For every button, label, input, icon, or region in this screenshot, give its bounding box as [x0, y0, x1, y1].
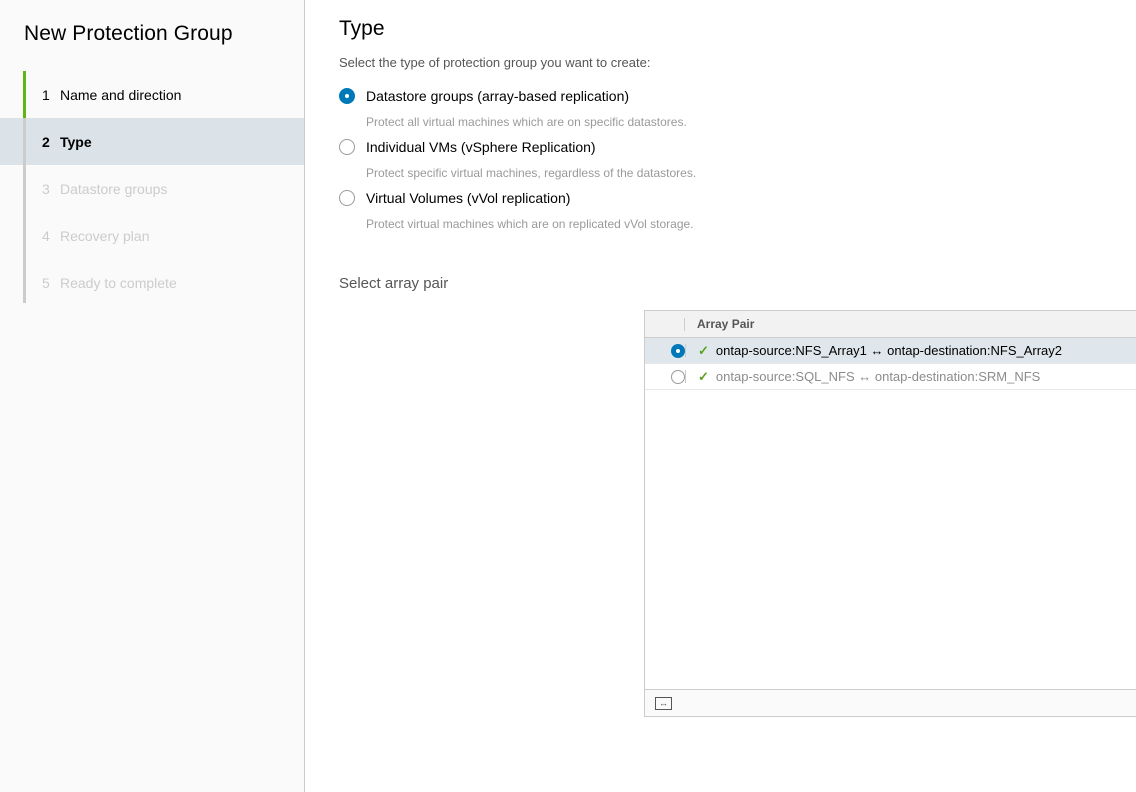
step-label: Name and direction	[60, 87, 181, 103]
step-number: 1	[42, 87, 60, 103]
table-footer: ↔ Items per page AUTO ⌃ 2 array pairs	[645, 689, 1136, 716]
radio-description: Protect all virtual machines which are o…	[339, 114, 1136, 130]
sidebar-step-datastore-groups: 3 Datastore groups	[0, 165, 304, 212]
cell-text: ontap-source:NFS_Array1 ↔ ontap-destinat…	[716, 343, 1062, 358]
array-pair-table: Array Pair ↑ Array Manager Pair	[644, 310, 1136, 717]
table-header-row: Array Pair ↑ Array Manager Pair	[645, 311, 1136, 338]
step-number: 4	[42, 228, 60, 244]
wizard-title: New Protection Group	[0, 0, 304, 48]
step-number: 5	[42, 275, 60, 291]
new-protection-group-wizard: New Protection Group 1 Name and directio…	[0, 0, 1136, 792]
fit-columns-icon[interactable]: ↔	[655, 697, 672, 710]
status-ok-icon: ✓	[698, 370, 709, 383]
wizard-steps: 1 Name and direction 2 Type 3 Datastore …	[0, 71, 304, 306]
radio-label: Individual VMs (vSphere Replication)	[366, 138, 596, 156]
table-row[interactable]: ✓ ontap-source:NFS_Array1 ↔ ontap-destin…	[645, 338, 1136, 364]
step-number: 3	[42, 181, 60, 197]
protection-group-type-options: Datastore groups (array-based replicatio…	[305, 71, 1136, 232]
radio-description: Protect virtual machines which are on re…	[339, 216, 1136, 232]
row-select-cell[interactable]	[645, 370, 685, 384]
radio-icon[interactable]	[339, 190, 355, 206]
table-body: ✓ ontap-source:NFS_Array1 ↔ ontap-destin…	[645, 338, 1136, 689]
step-number: 2	[42, 134, 60, 150]
wizard-sidebar: New Protection Group 1 Name and directio…	[0, 0, 305, 792]
row-radio-icon-selected[interactable]	[671, 344, 685, 358]
step-label: Ready to complete	[60, 275, 177, 291]
radio-option-datastore-groups[interactable]: Datastore groups (array-based replicatio…	[339, 85, 1136, 107]
cell-array-pair: ✓ ontap-source:NFS_Array1 ↔ ontap-destin…	[686, 343, 1136, 358]
status-ok-icon: ✓	[698, 344, 709, 357]
cell-text: ontap-source:SQL_NFS ↔ ontap-destination…	[716, 369, 1040, 384]
row-select-cell[interactable]	[645, 344, 685, 358]
page-subtitle: Select the type of protection group you …	[305, 43, 1136, 71]
sidebar-step-name-and-direction[interactable]: 1 Name and direction	[0, 71, 304, 118]
column-label: Array Pair	[697, 317, 1136, 331]
table-header-select-column	[645, 311, 685, 337]
step-rail-progress	[23, 71, 26, 118]
radio-description: Protect specific virtual machines, regar…	[339, 165, 1136, 181]
step-label: Type	[60, 134, 92, 150]
sidebar-step-ready-to-complete: 5 Ready to complete	[0, 259, 304, 306]
cell-array-pair: ✓ ontap-source:SQL_NFS ↔ ontap-destinati…	[686, 369, 1136, 384]
radio-icon[interactable]	[339, 139, 355, 155]
table-header-array-pair[interactable]: Array Pair ↑	[685, 311, 1136, 337]
radio-label: Datastore groups (array-based replicatio…	[366, 87, 629, 105]
step-label: Recovery plan	[60, 228, 150, 244]
radio-option-individual-vms[interactable]: Individual VMs (vSphere Replication)	[339, 136, 1136, 158]
radio-icon-selected[interactable]	[339, 88, 355, 104]
sidebar-step-recovery-plan: 4 Recovery plan	[0, 212, 304, 259]
radio-label: Virtual Volumes (vVol replication)	[366, 189, 570, 207]
radio-option-virtual-volumes[interactable]: Virtual Volumes (vVol replication)	[339, 187, 1136, 209]
table-row[interactable]: ✓ ontap-source:SQL_NFS ↔ ontap-destinati…	[645, 364, 1136, 390]
sidebar-step-type[interactable]: 2 Type	[0, 118, 304, 165]
page-title: Type	[305, 0, 1136, 43]
wizard-main-panel: ✕ Type Select the type of protection gro…	[305, 0, 1136, 792]
select-array-pair-heading: Select array pair	[305, 274, 1136, 294]
row-radio-icon[interactable]	[671, 370, 685, 384]
step-label: Datastore groups	[60, 181, 167, 197]
